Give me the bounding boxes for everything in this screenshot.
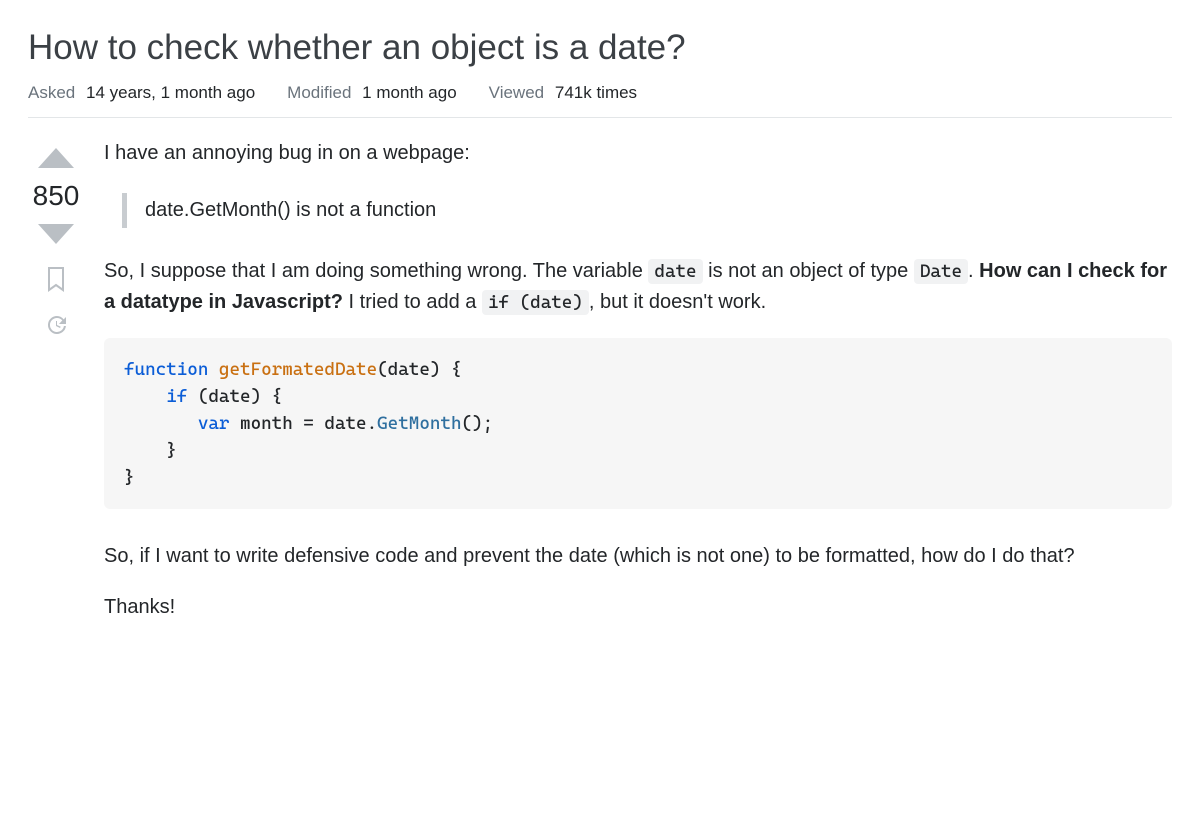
modified-value: 1 month ago (362, 83, 457, 102)
viewed-label: Viewed (489, 83, 544, 102)
modified-label: Modified (287, 83, 351, 102)
bookmark-icon[interactable] (45, 266, 67, 297)
modified-meta: Modified 1 month ago (287, 83, 457, 103)
viewed-value: 741k times (555, 83, 637, 102)
error-text: date.GetMonth() is not a function (145, 199, 436, 221)
paragraph-intro: I have an annoying bug in on a webpage: (104, 138, 1172, 169)
question-title: How to check whether an object is a date… (28, 24, 1172, 71)
upvote-button[interactable] (35, 142, 77, 170)
inline-code-date: date (648, 259, 702, 284)
inline-code-date-type: Date (914, 259, 968, 284)
post-body: I have an annoying bug in on a webpage: … (104, 138, 1172, 643)
question-meta: Asked 14 years, 1 month ago Modified 1 m… (28, 83, 1172, 118)
history-icon[interactable] (44, 313, 68, 342)
vote-cell: 850 (28, 138, 84, 643)
inline-code-ifdate: if (date) (482, 290, 589, 315)
code-block: function getFormatedDate(date) { if (dat… (104, 338, 1172, 509)
asked-meta: Asked 14 years, 1 month ago (28, 83, 255, 103)
asked-value: 14 years, 1 month ago (86, 83, 255, 102)
downvote-button[interactable] (35, 222, 77, 250)
paragraph-explain: So, I suppose that I am doing something … (104, 256, 1172, 318)
paragraph-thanks: Thanks! (104, 592, 1172, 623)
paragraph-defensive: So, if I want to write defensive code an… (104, 541, 1172, 572)
vote-count: 850 (33, 176, 80, 216)
asked-label: Asked (28, 83, 75, 102)
error-quote: date.GetMonth() is not a function (122, 193, 1172, 228)
post-layout: 850 I have an annoying bug in on a webpa… (28, 138, 1172, 643)
viewed-meta: Viewed 741k times (489, 83, 637, 103)
